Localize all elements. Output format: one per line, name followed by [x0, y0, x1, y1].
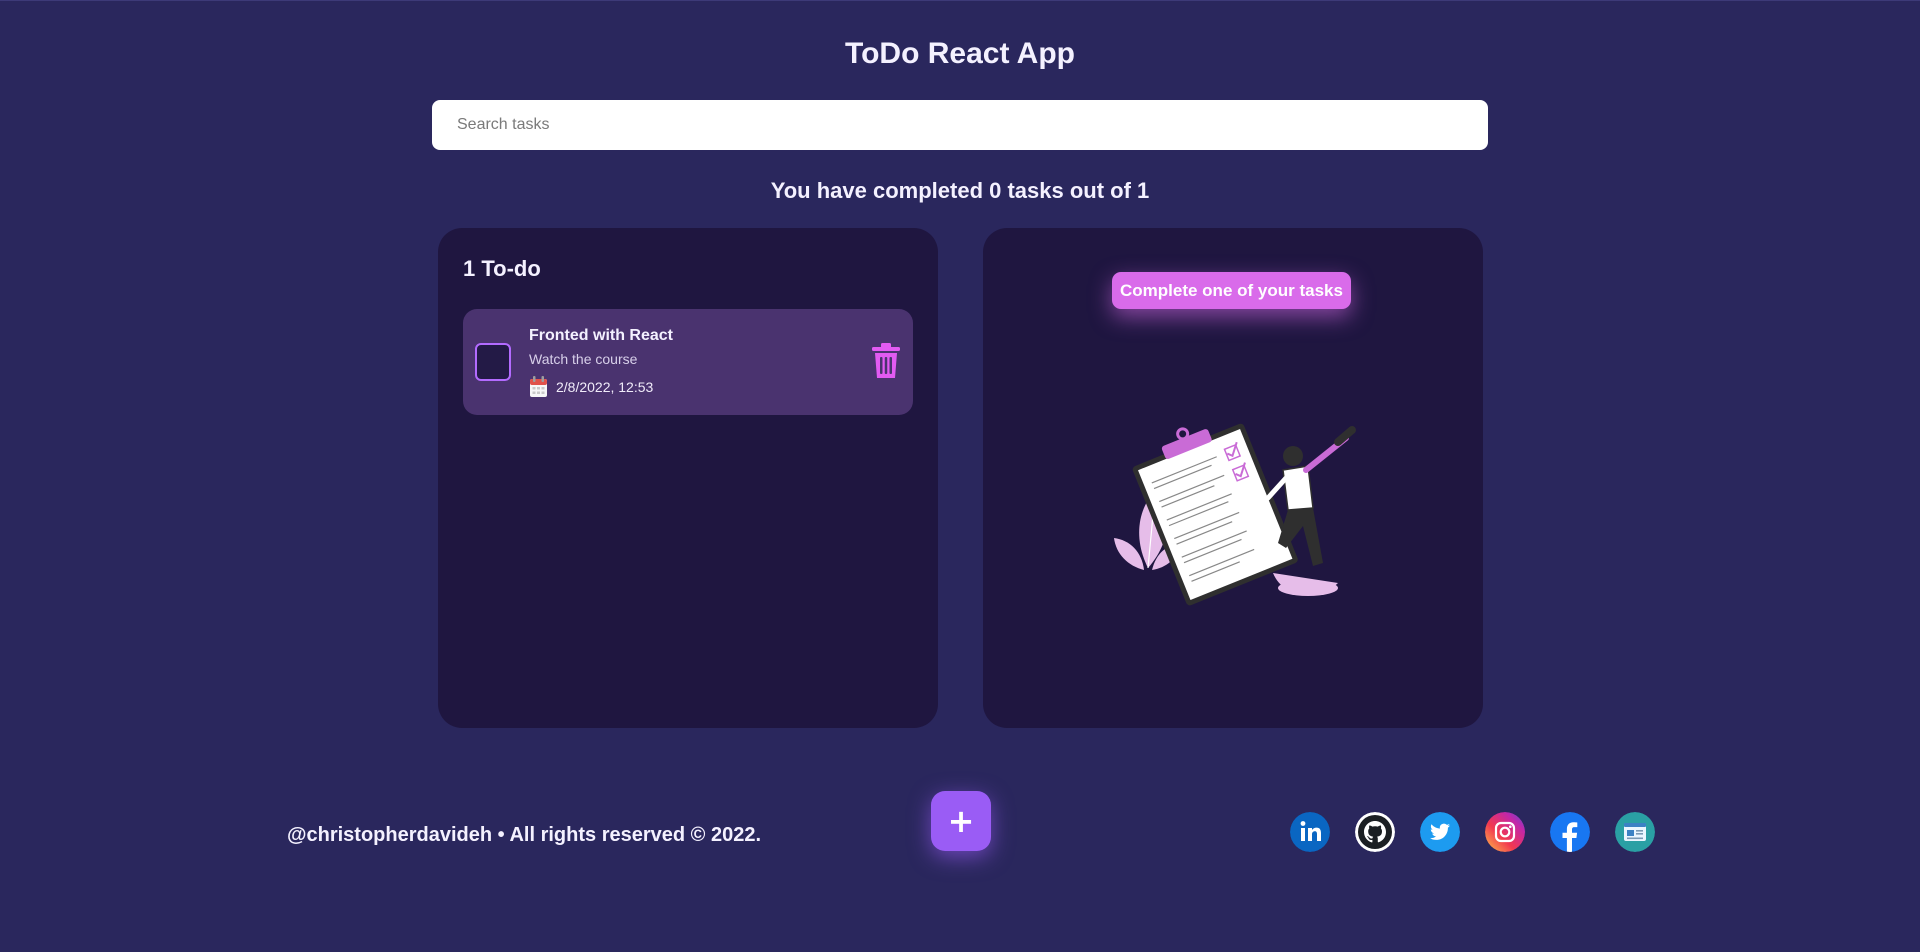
todo-panel: 1 To-do Fronted with React Watch the cou…: [438, 228, 938, 728]
completion-counter: You have completed 0 tasks out of 1: [770, 178, 1150, 203]
app-title: ToDo React App: [845, 37, 1075, 70]
calendar-icon: [530, 376, 547, 397]
instagram-icon[interactable]: [1485, 812, 1525, 852]
todo-heading: 1 To-do: [463, 256, 541, 281]
github-icon[interactable]: [1355, 812, 1395, 852]
twitter-icon[interactable]: [1420, 812, 1460, 852]
facebook-icon[interactable]: [1550, 812, 1590, 852]
hint-badge: Complete one of your tasks: [1112, 272, 1351, 309]
todo-date: 2/8/2022, 12:53: [556, 379, 654, 395]
search-input[interactable]: [432, 100, 1488, 150]
social-links: [1290, 812, 1655, 852]
todo-title: Fronted with React: [529, 327, 674, 344]
todo-checkbox[interactable]: [475, 343, 511, 381]
task-illustration: [1114, 423, 1356, 606]
todo-description: Watch the course: [529, 351, 638, 367]
todo-item: Fronted with React Watch the course 2/8/…: [463, 309, 913, 415]
trash-icon[interactable]: [871, 343, 901, 379]
linkedin-icon[interactable]: [1290, 812, 1330, 852]
footer-credit: @christopherdavideh • All rights reserve…: [287, 824, 761, 846]
todo-date-row: 2/8/2022, 12:53: [529, 376, 653, 398]
hint-panel: Complete one of your tasks: [983, 228, 1483, 728]
portfolio-icon[interactable]: [1615, 812, 1655, 852]
add-task-button[interactable]: +: [931, 791, 991, 851]
